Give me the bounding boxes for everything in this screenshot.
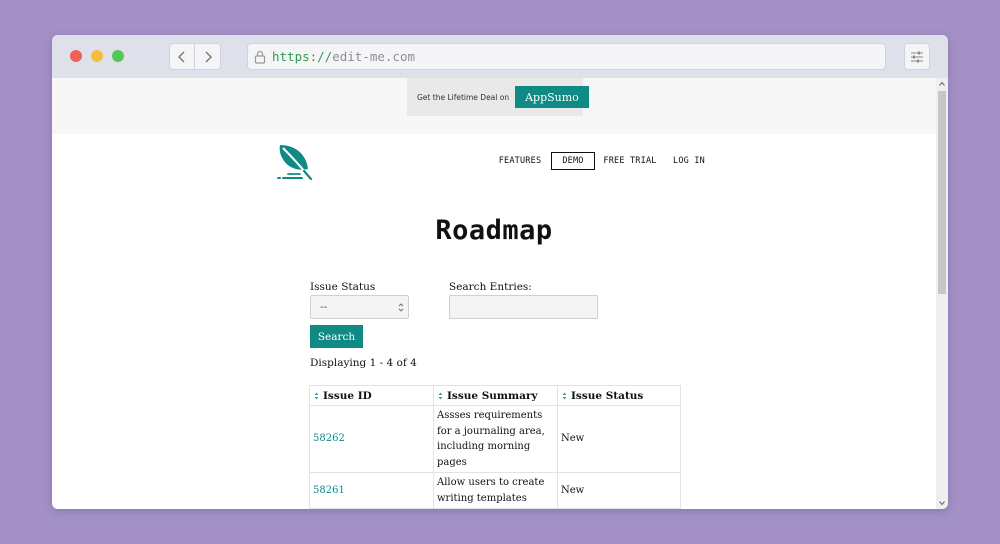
- issue-id-link[interactable]: 58261: [313, 485, 345, 496]
- sort-icon: [314, 392, 319, 399]
- table-row: 58262 Assses requirements for a journali…: [309, 405, 681, 473]
- nav-demo[interactable]: DEMO: [551, 152, 595, 170]
- scroll-down-icon[interactable]: [939, 500, 945, 506]
- page-viewport: Get the Lifetime Deal on AppSumo FEATURE…: [52, 78, 948, 509]
- url-host: edit-me.com: [332, 49, 416, 64]
- issue-summary-cell: Allow users to create writing templates: [433, 472, 558, 509]
- browser-window: https://edit-me.com Get the Lifetime Dea…: [52, 35, 948, 509]
- issue-status-label: Issue Status: [310, 281, 376, 293]
- header-label: Issue Summary: [447, 389, 538, 402]
- nav-features[interactable]: FEATURES: [498, 153, 542, 169]
- nav-free-trial[interactable]: FREE TRIAL: [603, 153, 656, 169]
- issue-id-cell: 58262: [309, 405, 434, 473]
- roadmap-table: Issue ID Issue Summary Issue Status 5826…: [309, 385, 681, 509]
- promo-text: Get the Lifetime Deal on: [417, 92, 510, 102]
- nav-log-in[interactable]: LOG IN: [673, 153, 705, 169]
- scroll-up-icon[interactable]: [939, 81, 945, 87]
- issue-status-cell: New: [557, 472, 681, 509]
- issue-status-cell: New: [557, 405, 681, 473]
- header-label: Issue ID: [323, 389, 372, 402]
- sliders-icon: [911, 51, 923, 62]
- table-row: 58261 Allow users to create writing temp…: [309, 472, 681, 509]
- chevron-down-icon: [398, 303, 404, 312]
- lock-icon: [254, 50, 266, 64]
- header-issue-status[interactable]: Issue Status: [557, 385, 681, 406]
- forward-button[interactable]: [195, 43, 221, 70]
- settings-button[interactable]: [904, 43, 930, 70]
- scrollbar-thumb[interactable]: [938, 91, 946, 294]
- address-bar[interactable]: https://edit-me.com: [247, 43, 886, 70]
- search-entries-label: Search Entries:: [449, 281, 532, 293]
- appsumo-button[interactable]: AppSumo: [515, 86, 589, 108]
- chevron-left-icon: [178, 51, 185, 62]
- browser-chrome: https://edit-me.com: [52, 35, 948, 78]
- sort-icon: [562, 392, 567, 399]
- table-header-row: Issue ID Issue Summary Issue Status: [309, 385, 681, 406]
- close-window-icon[interactable]: [70, 50, 82, 62]
- search-button[interactable]: Search: [310, 325, 363, 348]
- issue-status-select[interactable]: --: [310, 295, 409, 319]
- url-scheme: https://: [272, 49, 333, 64]
- minimize-window-icon[interactable]: [91, 50, 103, 62]
- issue-status-value: --: [320, 301, 328, 313]
- chevron-right-icon: [205, 51, 212, 62]
- issue-id-cell: 58261: [309, 472, 434, 509]
- promo-box: Get the Lifetime Deal on AppSumo: [407, 78, 589, 116]
- url-text: https://edit-me.com: [272, 49, 415, 64]
- issue-summary-cell: Assses requirements for a journaling are…: [433, 405, 558, 473]
- results-count: Displaying 1 - 4 of 4: [310, 357, 417, 369]
- maximize-window-icon[interactable]: [112, 50, 124, 62]
- back-button[interactable]: [169, 43, 195, 70]
- header-issue-id[interactable]: Issue ID: [309, 385, 434, 406]
- sort-icon: [438, 392, 443, 399]
- page-title: Roadmap: [435, 215, 553, 246]
- issue-id-link[interactable]: 58262: [313, 433, 345, 444]
- header-label: Issue Status: [571, 389, 644, 402]
- header-issue-summary[interactable]: Issue Summary: [433, 385, 558, 406]
- leaf-logo-icon[interactable]: [274, 141, 316, 183]
- promo-banner: Get the Lifetime Deal on AppSumo: [52, 78, 936, 134]
- search-input[interactable]: [449, 295, 598, 319]
- vertical-scrollbar[interactable]: [936, 78, 948, 509]
